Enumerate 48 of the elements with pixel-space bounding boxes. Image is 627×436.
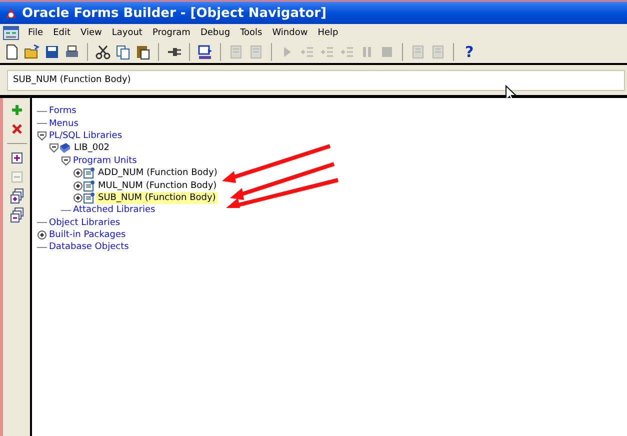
document-icon	[83, 167, 95, 180]
menu-item[interactable]: Edit	[52, 28, 72, 38]
tree-item[interactable]: Attached Libraries	[71, 204, 158, 216]
run-form-icon[interactable]	[197, 44, 213, 60]
tree-item[interactable]: Built-in Packages	[47, 229, 128, 242]
tree-item[interactable]: PL/SQL Libraries	[47, 130, 124, 142]
help-button[interactable]: ?	[461, 43, 478, 61]
context-field[interactable]: SUB_NUM (Function Body)	[7, 70, 625, 90]
menu-item[interactable]: Debug	[199, 28, 232, 38]
copy-icon[interactable]	[115, 44, 131, 60]
tree-item[interactable]: Forms	[47, 105, 78, 118]
tree-item[interactable]: SUB_NUM (Function Body)	[96, 192, 218, 204]
menu-item[interactable]: Tools	[239, 28, 264, 38]
expand-toggle-icon[interactable]	[73, 180, 83, 191]
expand-all-icon[interactable]	[8, 188, 24, 204]
tree-item[interactable]: Menus	[47, 118, 80, 130]
collapse-all-icon[interactable]	[8, 207, 24, 223]
book-icon	[59, 142, 71, 154]
app-icon	[4, 6, 18, 20]
expand-toggle-icon[interactable]	[73, 192, 83, 203]
collapse-toggle-icon[interactable]	[61, 156, 71, 166]
tree-item[interactable]: LIB_002	[72, 142, 112, 154]
menu-item[interactable]: Help	[316, 28, 340, 38]
document-icon	[83, 192, 95, 204]
print-icon[interactable]	[64, 44, 80, 60]
tree-item[interactable]: MUL_NUM (Function Body)	[96, 180, 219, 192]
menu-item[interactable]: File	[27, 28, 44, 38]
menu-item[interactable]: Window	[271, 28, 309, 38]
document-icon	[83, 180, 95, 192]
save-icon[interactable]	[44, 44, 60, 60]
folder-icon[interactable]	[24, 44, 40, 60]
tree-item[interactable]: Program Units	[71, 154, 139, 167]
scissors-icon[interactable]	[95, 44, 111, 60]
expand-toggle-icon[interactable]	[37, 230, 47, 240]
tree-item[interactable]: Object Libraries	[47, 216, 122, 229]
expand-icon[interactable]	[8, 150, 24, 166]
collapse-toggle-icon[interactable]	[49, 143, 59, 154]
expand-toggle-icon[interactable]	[73, 168, 83, 178]
menu-item[interactable]: Layout	[110, 28, 144, 38]
tree-item[interactable]: ADD_NUM (Function Body)	[96, 167, 220, 180]
menu-item[interactable]: Program	[151, 28, 192, 38]
window-title: Oracle Forms Builder - [Object Navigator]	[22, 6, 326, 20]
tree-item[interactable]: Database Objects	[47, 241, 131, 254]
window-menu-icon[interactable]	[3, 26, 19, 40]
collapse-toggle-icon[interactable]	[37, 130, 47, 141]
menu-item[interactable]: View	[80, 28, 103, 38]
new-file-icon[interactable]	[4, 44, 20, 60]
paste-icon[interactable]	[135, 44, 151, 60]
